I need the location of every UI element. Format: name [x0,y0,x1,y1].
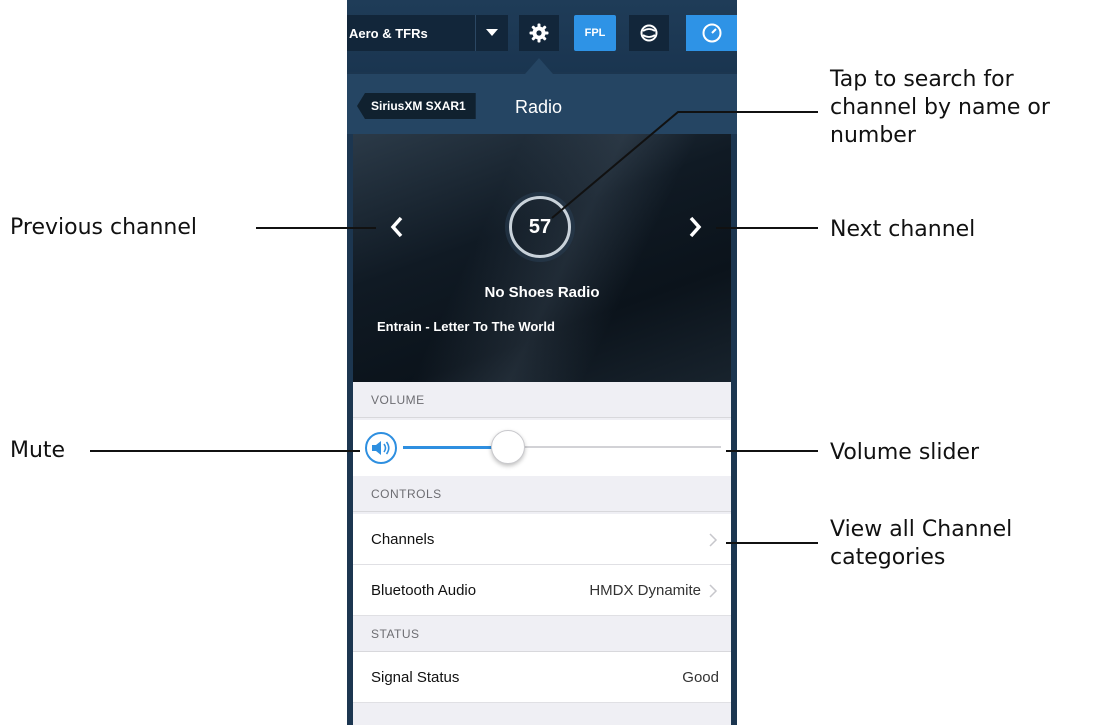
mute-callout: Mute [10,438,66,463]
callout-leaders [90,111,818,544]
categories-callout-line: View all Channel [830,517,1013,542]
search-leader-line [551,111,818,219]
next-callout: Next channel [830,217,976,242]
categories-callout: View all Channel categories [830,516,1012,572]
previous-callout: Previous channel [10,215,198,240]
volume-slider-callout: Volume slider [830,440,980,465]
categories-callout-line: categories [830,545,946,570]
